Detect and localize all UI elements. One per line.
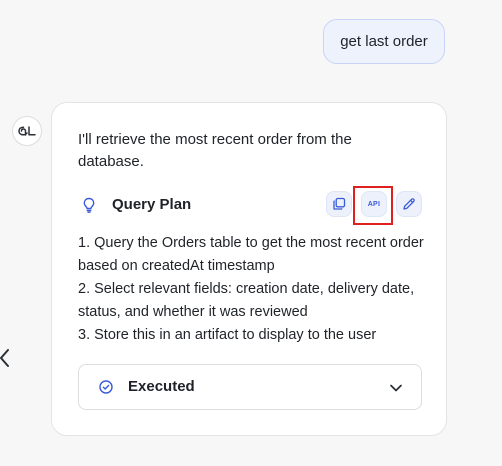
ql-logo-icon — [18, 126, 36, 136]
query-plan-header: Query Plan API — [78, 186, 422, 225]
execution-status-label: Executed — [128, 378, 195, 395]
assistant-avatar — [12, 116, 42, 146]
api-button-label: API — [367, 200, 381, 208]
query-plan-steps: 1. Query the Orders table to get the mos… — [78, 232, 424, 347]
lightbulb-icon — [83, 197, 95, 213]
copy-icon — [333, 197, 346, 210]
query-plan-title: Query Plan — [112, 196, 192, 213]
pencil-icon — [403, 198, 415, 210]
query-plan-step: 3. Store this in an artifact to display … — [78, 327, 377, 343]
assistant-message-card: I'll retrieve the most recent order from… — [51, 102, 447, 436]
user-message-text: get last order — [340, 33, 428, 50]
edit-button[interactable] — [396, 191, 422, 217]
query-plan-step: 1. Query the Orders table to get the mos… — [78, 235, 424, 274]
query-plan-step: 2. Select relevant fields: creation date… — [78, 281, 415, 320]
assistant-intro-text: I'll retrieve the most recent order from… — [78, 131, 352, 170]
user-message-bubble: get last order — [323, 19, 445, 64]
copy-button[interactable] — [326, 191, 352, 217]
execution-status-dropdown[interactable]: Executed — [78, 364, 422, 410]
api-button[interactable]: API — [361, 191, 387, 217]
check-circle-icon — [99, 380, 113, 394]
chevron-left-icon[interactable] — [0, 344, 14, 372]
chevron-down-icon[interactable] — [388, 380, 404, 396]
